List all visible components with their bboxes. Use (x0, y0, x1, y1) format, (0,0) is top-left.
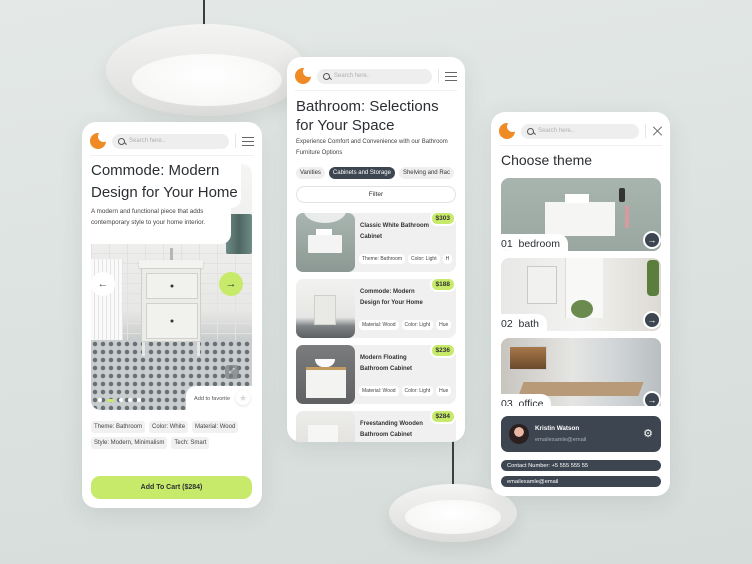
next-image-button[interactable]: → (219, 272, 243, 296)
star-icon: ★ (236, 391, 250, 405)
theme-card-bedroom[interactable]: 01 bedroom → (501, 178, 661, 251)
tag-chip: Hue (436, 320, 452, 330)
prev-image-button[interactable]: ← (91, 272, 115, 296)
category-tabs: Vanities Cabinets and Storage Shelving a… (296, 167, 454, 179)
avatar (509, 424, 529, 444)
category-tab-vanities[interactable]: Vanities (296, 167, 325, 179)
gear-icon[interactable]: ⚙ (643, 427, 653, 440)
carousel-dot[interactable] (128, 398, 132, 402)
arrow-left-icon: ← (97, 278, 109, 290)
product-description: A modern and functional piece that adds … (91, 208, 206, 226)
search-input[interactable]: Search here.. (317, 68, 432, 84)
tag-chip: H (442, 254, 453, 264)
tag-chip: Color: Light (408, 254, 440, 264)
carousel-dot[interactable] (137, 398, 141, 402)
theme-card-office[interactable]: 03 office → (501, 338, 661, 411)
tag-chip: Color: Light (401, 386, 434, 396)
product-thumbnail (296, 345, 355, 404)
tag-chip: Material: Wood (192, 421, 239, 433)
logo-icon (295, 66, 314, 84)
pendant-lamp (106, 24, 306, 116)
arrow-right-icon: → (647, 235, 657, 245)
product-thumbnail (296, 213, 355, 272)
category-tab-cabinets[interactable]: Cabinets and Storage (328, 167, 395, 179)
user-panel: Kristin Watson emailexamle@email ⚙ Conta… (491, 406, 670, 496)
search-input[interactable]: Search here.. (521, 123, 639, 139)
search-icon (527, 127, 534, 135)
top-bar: Search here.. (90, 130, 254, 152)
category-tab-shelving[interactable]: Shelving and Rac (398, 167, 454, 179)
tag-chip: Material: Wood (359, 386, 399, 396)
product-thumbnail (296, 411, 355, 442)
catalog-screen: Search here.. Bathroom: Selections for Y… (287, 57, 465, 442)
carousel-dot[interactable] (119, 398, 123, 402)
menu-icon[interactable] (242, 136, 254, 146)
product-card[interactable]: Freestanding Wooden Bathroom Cabinet $28… (296, 409, 456, 442)
search-icon (323, 72, 330, 80)
top-bar: Search here.. (499, 120, 662, 142)
arrow-right-icon: → (225, 278, 237, 290)
price-badge: $188 (429, 277, 456, 292)
theme-list: 01 bedroom → 02 bath → 03 office → (501, 178, 661, 418)
tag-chip: Tech: Smart (171, 437, 210, 449)
catalog-title: Bathroom: Selections for Your Space (296, 98, 439, 134)
add-to-favorite-button[interactable]: Add to favorite ★ (186, 386, 258, 412)
price-badge: $236 (429, 343, 456, 358)
product-title: Commode: Modern Design for Your Home (91, 162, 238, 201)
tag-chip: Style: Modern, Minimalism (91, 437, 168, 449)
tag-chip: Hue (436, 386, 452, 396)
divider (499, 145, 662, 146)
product-card[interactable]: Commode: Modern Design for Your Home $18… (296, 277, 456, 338)
product-card[interactable]: Classic White Bathroom Cabinet $303 Them… (296, 211, 456, 272)
search-icon (118, 137, 125, 145)
lamp-cord (452, 440, 454, 490)
carousel-dot-active[interactable] (107, 398, 114, 402)
open-theme-button[interactable]: → (643, 231, 661, 249)
close-icon[interactable] (652, 126, 662, 136)
price-badge: $284 (429, 409, 456, 424)
expand-icon[interactable]: ⤢ (225, 365, 239, 379)
catalog-description: Experience Comfort and Convenience with … (296, 139, 448, 156)
tag-chip: Color: Light (401, 320, 434, 330)
user-email: emailexamle@email (535, 437, 587, 443)
search-input[interactable]: Search here.. (112, 133, 229, 149)
email-field[interactable]: emailexamle@email (501, 476, 661, 487)
carousel-dot[interactable] (98, 398, 102, 402)
tag-chip: Theme: Bathroom (91, 421, 146, 433)
divider (90, 155, 254, 156)
logo-icon (90, 131, 109, 149)
carousel-dots (98, 398, 141, 402)
arrow-right-icon: → (647, 395, 657, 405)
add-to-cart-button[interactable]: Add To Cart ($284) (91, 476, 252, 499)
user-name: Kristin Watson (535, 425, 580, 432)
theme-card-bath[interactable]: 02 bath → (501, 258, 661, 331)
product-list: Classic White Bathroom Cabinet $303 Them… (296, 211, 456, 442)
contact-number-field[interactable]: Contact Number: +5 555 555 55 (501, 460, 661, 471)
divider (295, 90, 457, 91)
product-tags: Theme: Bathroom Color: White Material: W… (91, 421, 256, 449)
filter-button[interactable]: Filter (296, 186, 456, 203)
menu-icon[interactable] (445, 71, 457, 81)
tag-chip: Material: Wood (359, 320, 399, 330)
product-detail-screen: Search here.. Commode: Modern Design for… (82, 122, 262, 508)
user-card[interactable]: Kristin Watson emailexamle@email ⚙ (501, 416, 661, 452)
choose-theme-screen: Search here.. Choose theme 01 bedroom → … (491, 112, 670, 496)
theme-title: Choose theme (501, 152, 593, 168)
logo-icon (499, 121, 518, 139)
price-badge: $303 (429, 211, 456, 226)
arrow-right-icon: → (647, 315, 657, 325)
tag-chip: Color: White (149, 421, 189, 433)
open-theme-button[interactable]: → (643, 311, 661, 329)
tag-chip: Theme: Bathroom (359, 254, 406, 264)
top-bar: Search here.. (295, 65, 457, 87)
product-thumbnail (296, 279, 355, 338)
product-card[interactable]: Modern Floating Bathroom Cabinet $236 Ma… (296, 343, 456, 404)
